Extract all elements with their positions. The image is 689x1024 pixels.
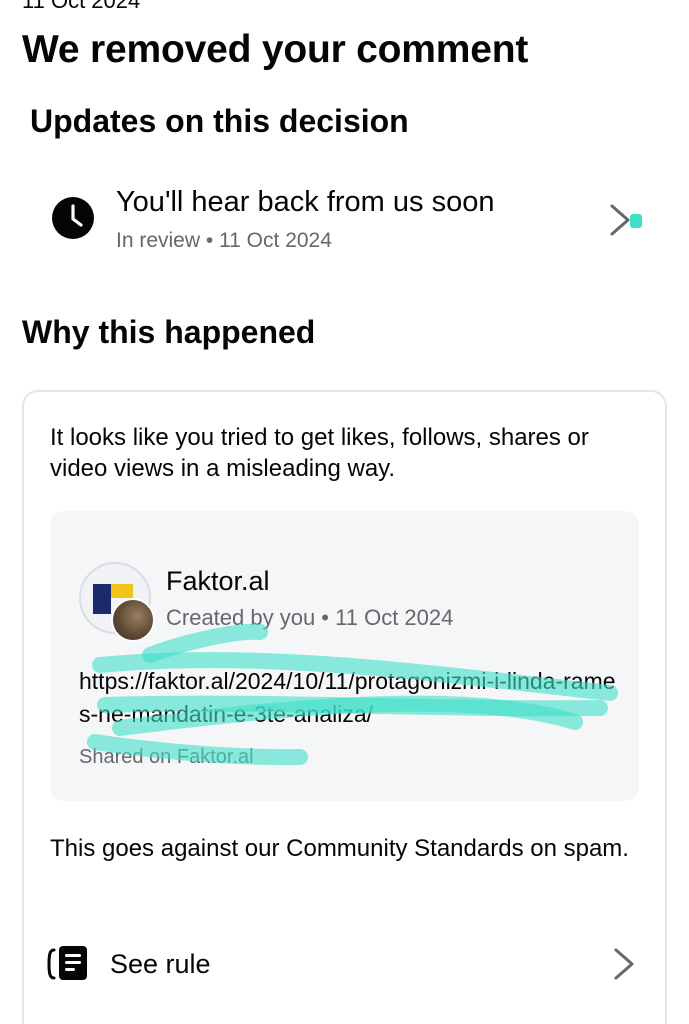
decision-date: 11 Oct 2024 <box>22 0 141 13</box>
post-link[interactable]: https://faktor.al/2024/10/11/protagonizm… <box>79 665 624 731</box>
community-standards-note: This goes against our Community Standard… <box>50 835 629 862</box>
rulebook-icon <box>47 946 87 980</box>
review-status-subtitle: In review • 11 Oct 2024 <box>116 229 332 252</box>
page-title: We removed your comment <box>22 28 529 71</box>
chevron-right-icon[interactable] <box>604 200 644 240</box>
chevron-right-icon[interactable] <box>604 944 644 984</box>
why-heading: Why this happened <box>22 314 316 350</box>
see-rule-label: See rule <box>110 949 211 979</box>
updates-heading: Updates on this decision <box>30 103 409 139</box>
shared-on-label: Shared on Faktor.al <box>79 746 254 768</box>
review-status-title: You'll hear back from us soon <box>116 186 495 218</box>
reason-explanation: It looks like you tried to get likes, fo… <box>50 424 589 482</box>
user-avatar <box>111 598 155 642</box>
clock-icon <box>52 197 94 239</box>
page-name: Faktor.al <box>166 566 270 596</box>
post-meta: Created by you • 11 Oct 2024 <box>166 605 454 630</box>
